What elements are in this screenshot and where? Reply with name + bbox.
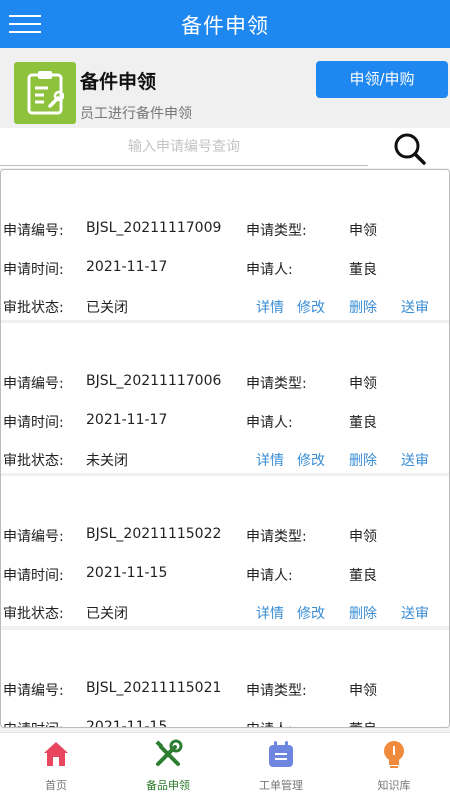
type-label: 申请类型: <box>246 683 307 699</box>
status-value: 未关闭 <box>86 453 128 469</box>
code-value: BJSL_20211117009 <box>86 220 222 236</box>
time-value: 2021-11-15 <box>86 719 168 728</box>
tools-icon <box>153 739 183 769</box>
code-label: 申请编号: <box>3 376 64 392</box>
tab-label: 备品申领 <box>146 779 190 792</box>
code-value: BJSL_20211115021 <box>86 680 222 696</box>
type-value: 申领 <box>349 683 377 699</box>
status-value: 已关闭 <box>86 606 128 622</box>
module-header: 备件申领 员工进行备件申领 申领/申购 <box>0 48 450 128</box>
code-label: 申请编号: <box>3 683 64 699</box>
time-label: 申请时间: <box>3 568 64 584</box>
time-value: 2021-11-17 <box>86 259 168 275</box>
applicant-label: 申请人: <box>246 415 293 431</box>
applicant-value: 董良 <box>349 262 377 278</box>
bottom-tab-bar: 首页 备品申领 工单管理 知识库 <box>0 732 450 800</box>
tab-spare-parts[interactable]: 备品申领 <box>112 733 224 800</box>
delete-link[interactable]: 删除 <box>349 450 377 470</box>
application-card[interactable]: 申请编号: BJSL_20211117006 申请类型: 申领 申请时间: 20… <box>1 323 449 473</box>
code-label: 申请编号: <box>3 223 64 239</box>
tab-knowledge-base[interactable]: 知识库 <box>338 733 450 800</box>
tab-label: 工单管理 <box>259 779 303 792</box>
applicant-label: 申请人: <box>246 568 293 584</box>
detail-link[interactable]: 详情 <box>256 450 284 470</box>
application-card[interactable]: 申请编号: BJSL_20211117009 申请类型: 申领 申请时间: 20… <box>1 170 449 320</box>
code-label: 申请编号: <box>3 529 64 545</box>
type-value: 申领 <box>349 376 377 392</box>
time-value: 2021-11-17 <box>86 412 168 428</box>
apply-purchase-button[interactable]: 申领/申购 <box>316 61 448 98</box>
application-card[interactable]: 申请编号: BJSL_20211115022 申请类型: 申领 申请时间: 20… <box>1 476 449 626</box>
clipboard-wrench-icon <box>14 62 76 124</box>
time-label: 申请时间: <box>3 719 64 727</box>
edit-link[interactable]: 修改 <box>297 450 325 470</box>
edit-link[interactable]: 修改 <box>297 603 325 623</box>
type-label: 申请类型: <box>246 376 307 392</box>
tab-work-orders[interactable]: 工单管理 <box>225 733 337 800</box>
tab-label: 首页 <box>45 779 67 792</box>
submit-review-link[interactable]: 送审 <box>401 297 429 317</box>
status-value: 已关闭 <box>86 300 128 316</box>
home-icon <box>41 739 71 769</box>
applicant-value: 董良 <box>349 415 377 431</box>
submit-review-link[interactable]: 送审 <box>401 603 429 623</box>
status-label: 审批状态: <box>3 453 64 469</box>
module-subtitle: 员工进行备件申领 <box>80 106 192 122</box>
detail-link[interactable]: 详情 <box>256 603 284 623</box>
calendar-icon <box>266 739 296 769</box>
delete-link[interactable]: 删除 <box>349 297 377 317</box>
type-value: 申领 <box>349 223 377 239</box>
top-app-bar: 备件申领 <box>0 0 450 48</box>
status-label: 审批状态: <box>3 606 64 622</box>
module-title: 备件申领 <box>80 71 157 93</box>
page-title: 备件申领 <box>181 14 269 38</box>
code-value: BJSL_20211117006 <box>86 373 222 389</box>
search-bar <box>0 128 450 168</box>
status-label: 审批状态: <box>3 300 64 316</box>
edit-link[interactable]: 修改 <box>297 297 325 317</box>
applicant-label: 申请人: <box>246 262 293 278</box>
lightbulb-icon <box>379 739 409 769</box>
type-label: 申请类型: <box>246 529 307 545</box>
time-label: 申请时间: <box>3 415 64 431</box>
delete-link[interactable]: 删除 <box>349 603 377 623</box>
type-label: 申请类型: <box>246 223 307 239</box>
submit-review-link[interactable]: 送审 <box>401 450 429 470</box>
tab-label: 知识库 <box>377 779 411 792</box>
detail-link[interactable]: 详情 <box>256 297 284 317</box>
applicant-value: 董良 <box>349 719 377 727</box>
code-value: BJSL_20211115022 <box>86 526 222 542</box>
search-input[interactable] <box>0 128 368 166</box>
time-label: 申请时间: <box>3 262 64 278</box>
applicant-value: 董良 <box>349 568 377 584</box>
tab-home[interactable]: 首页 <box>0 733 112 800</box>
search-icon[interactable] <box>390 130 430 166</box>
applicant-label: 申请人: <box>246 719 293 727</box>
application-card[interactable]: 申请编号: BJSL_20211115021 申请类型: 申领 申请时间: 20… <box>1 630 449 728</box>
time-value: 2021-11-15 <box>86 565 168 581</box>
application-list[interactable]: 申请编号: BJSL_20211117009 申请类型: 申领 申请时间: 20… <box>0 169 450 728</box>
type-value: 申领 <box>349 529 377 545</box>
